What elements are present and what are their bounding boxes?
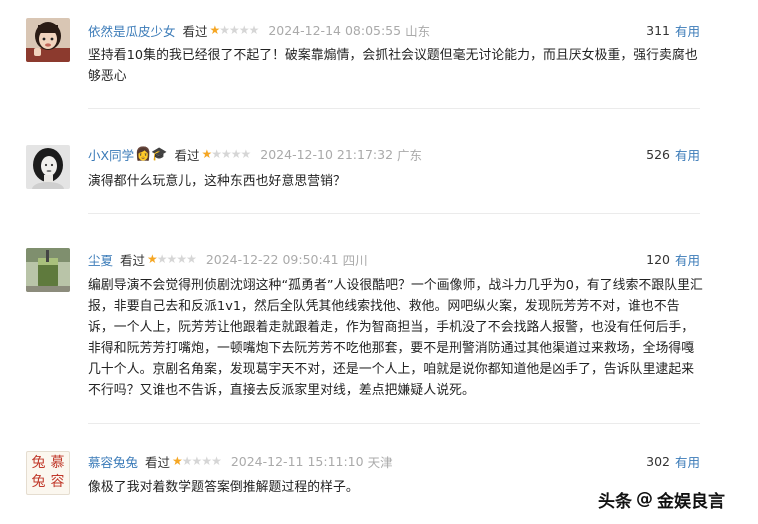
seal-char: 容 bbox=[50, 474, 65, 490]
seal-char: 慕 bbox=[50, 455, 65, 471]
useful-count: 526 bbox=[646, 146, 670, 162]
rating-stars: ★★★★★ bbox=[209, 23, 260, 37]
watermark-platform: 头条 bbox=[598, 491, 632, 512]
useful-votes: 311 有用 bbox=[646, 20, 700, 40]
review-meta: 依然是瓜皮少女 看过 ★★★★★ 2024-12-14 08:05:55 山东 bbox=[88, 20, 430, 40]
useful-count: 302 bbox=[646, 453, 670, 469]
star-filled-icon: ★ bbox=[209, 23, 221, 37]
review-content: 坚持看10集的我已经很了不起了！破案靠煽情，会抓社会议题但毫无讨论能力，而且厌女… bbox=[88, 48, 698, 84]
star-empty-icon: ★★★★ bbox=[181, 454, 222, 468]
useful-votes: 120 有用 bbox=[646, 249, 700, 269]
avatar-girl-image bbox=[26, 18, 70, 62]
user-avatar[interactable] bbox=[26, 248, 70, 292]
star-filled-icon: ★ bbox=[147, 252, 158, 266]
watermark-separator: @ bbox=[636, 489, 653, 509]
review-meta: 尘夏 看过 ★★★★★ 2024-12-22 09:50:41 四川 bbox=[88, 249, 368, 269]
user-avatar[interactable] bbox=[26, 145, 70, 189]
avatar-drink-image bbox=[26, 248, 70, 292]
seal-icon: 兔 慕 兔 容 bbox=[29, 454, 67, 492]
review-divider bbox=[88, 213, 700, 214]
useful-button[interactable]: 有用 bbox=[675, 21, 700, 40]
useful-votes: 526 有用 bbox=[646, 144, 700, 164]
user-avatar[interactable] bbox=[26, 18, 70, 62]
review-meta: 小X同学 👩🎓 看过 ★★★★★ 2024-12-10 21:17:32 广东 bbox=[88, 144, 422, 164]
useful-button[interactable]: 有用 bbox=[675, 250, 700, 269]
useful-count: 311 bbox=[646, 22, 670, 38]
review-time: 2024-12-14 08:05:55 bbox=[268, 22, 402, 38]
review-content: 编剧导演不会觉得刑侦剧沈翊这种“孤勇者”人设很酷吧？一个画像师，战斗力几乎为0，… bbox=[88, 278, 703, 398]
watermark: 头条 @ 金娱良言 bbox=[598, 486, 725, 512]
star-filled-icon: ★ bbox=[172, 454, 183, 468]
review-divider bbox=[88, 108, 700, 109]
watermark-account: 金娱良言 bbox=[657, 491, 725, 512]
user-avatar[interactable]: 兔 慕 兔 容 bbox=[26, 451, 70, 495]
rating-stars: ★★★★★ bbox=[147, 252, 197, 266]
review-location: 四川 bbox=[342, 252, 368, 268]
seal-char: 兔 bbox=[31, 455, 46, 471]
watched-status: 看过 bbox=[145, 454, 171, 470]
rating-stars: ★★★★★ bbox=[201, 147, 251, 161]
username-link[interactable]: 依然是瓜皮少女 bbox=[88, 21, 176, 40]
watched-status: 看过 bbox=[182, 23, 208, 39]
useful-votes: 302 有用 bbox=[646, 451, 700, 471]
review-meta: 慕容兔兔 看过 ★★★★★ 2024-12-11 15:11:10 天津 bbox=[88, 451, 393, 471]
review-content: 演得都什么玩意儿，这种东西也好意思营销？ bbox=[88, 174, 346, 189]
star-empty-icon: ★★★★ bbox=[211, 147, 251, 161]
useful-button[interactable]: 有用 bbox=[675, 145, 700, 164]
username-link[interactable]: 小X同学 bbox=[88, 145, 134, 164]
username-link[interactable]: 慕容兔兔 bbox=[88, 452, 138, 471]
review-location: 广东 bbox=[397, 147, 423, 163]
user-badge-icon: 👩🎓 bbox=[135, 146, 168, 162]
star-empty-icon: ★★★★ bbox=[219, 23, 259, 37]
rating-stars: ★★★★★ bbox=[172, 454, 222, 468]
review-location: 山东 bbox=[405, 23, 431, 39]
review-time: 2024-12-11 15:11:10 bbox=[230, 453, 364, 469]
review-location: 天津 bbox=[367, 454, 393, 470]
review-time: 2024-12-22 09:50:41 bbox=[205, 251, 339, 267]
star-filled-icon: ★ bbox=[201, 147, 212, 161]
avatar-portrait-image bbox=[26, 145, 70, 189]
watched-status: 看过 bbox=[174, 147, 200, 163]
watched-status: 看过 bbox=[120, 252, 146, 268]
seal-char: 兔 bbox=[31, 474, 46, 490]
useful-button[interactable]: 有用 bbox=[675, 452, 700, 471]
review-divider bbox=[88, 423, 700, 424]
review-time: 2024-12-10 21:17:32 bbox=[260, 146, 394, 162]
useful-count: 120 bbox=[646, 251, 670, 267]
username-link[interactable]: 尘夏 bbox=[88, 250, 113, 269]
star-empty-icon: ★★★★ bbox=[156, 252, 197, 266]
